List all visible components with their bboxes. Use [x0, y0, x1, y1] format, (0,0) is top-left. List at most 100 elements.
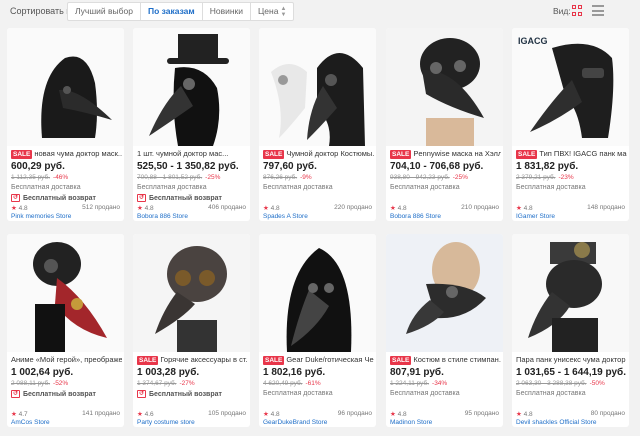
sort-price[interactable]: Цена ▲ ▼: [251, 3, 293, 20]
old-price: 2 063,30 - 3 288,38 руб.: [516, 380, 587, 387]
free-shipping-label: Бесплатная доставка: [390, 390, 460, 397]
product-title[interactable]: SALE новая чума доктор маск...: [11, 149, 122, 159]
rating-row: ★ 4.8 96 продано: [263, 410, 372, 418]
store-link[interactable]: Bobora 886 Store: [390, 213, 441, 220]
free-shipping-label: Бесплатная доставка: [390, 184, 460, 191]
discount-badge: -46%: [53, 174, 69, 181]
product-price: 807,91 руб.: [390, 367, 444, 378]
return-icon: ↺: [137, 194, 146, 202]
sold-count: 406 продано: [208, 204, 246, 211]
product-image[interactable]: IGACG: [512, 28, 629, 146]
old-price: 1 112,35 руб.: [11, 174, 51, 181]
store-link[interactable]: Spades A Store: [263, 213, 308, 220]
product-card[interactable]: SALE Gear Duke/готическая Че... 1 802,16 р…: [259, 234, 376, 427]
free-shipping-label: Бесплатная доставка: [11, 184, 81, 191]
product-title-text: Чумной доктор Костюмы...: [286, 149, 374, 158]
old-price: 1 224,11 руб.: [390, 380, 430, 387]
star-icon: ★: [11, 205, 17, 212]
product-title[interactable]: SALE Pennywise маска на Хэлл...: [390, 149, 501, 159]
product-price: 1 031,65 - 1 644,19 руб.: [516, 367, 627, 378]
store-link[interactable]: GearDukeBrand Store: [263, 419, 327, 426]
product-title[interactable]: Аниме «Мой герой», преображе...: [11, 355, 122, 364]
rating-row: ★ 4.7 141 продано: [11, 410, 120, 418]
return-icon: ↺: [11, 390, 20, 398]
product-card[interactable]: Аниме «Мой герой», преображе... 1 002,64 …: [7, 234, 124, 427]
product-image[interactable]: [7, 28, 124, 146]
product-title[interactable]: SALE Чумной доктор Костюмы...: [263, 149, 374, 159]
product-card[interactable]: SALE Pennywise маска на Хэлл... 704,10 - 7…: [386, 28, 503, 221]
free-return-text: Бесплатный возврат: [23, 194, 96, 202]
discount-badge: -34%: [432, 380, 448, 387]
star-icon: ★: [263, 205, 269, 212]
sort-best-choice[interactable]: Лучший выбор: [68, 3, 141, 20]
product-price: 1 003,28 руб.: [137, 367, 200, 378]
rating-row: ★ 4.8 210 продано: [390, 204, 499, 212]
store-link[interactable]: Madinon Store: [390, 419, 432, 426]
store-link[interactable]: Devil shackles Official Store: [516, 419, 596, 426]
product-image[interactable]: [7, 234, 124, 352]
brand-logo: IGACG: [518, 36, 548, 46]
product-image[interactable]: [133, 28, 250, 146]
sort-toolbar: Сортировать по: Лучший выбор По заказам …: [0, 0, 640, 24]
rating-row: ★ 4.8 512 продано: [11, 204, 120, 212]
rating-row: ★ 4.8 80 продано: [516, 410, 625, 418]
product-price: 600,29 руб.: [11, 161, 65, 172]
star-icon: ★: [11, 411, 17, 418]
sold-count: 96 продано: [337, 410, 372, 417]
rating-value: 4.8: [144, 205, 154, 212]
product-title[interactable]: Пара панк унисекс чума доктор ...: [516, 355, 627, 364]
product-card[interactable]: SALE новая чума доктор маск... 600,29 руб.…: [7, 28, 124, 221]
product-title[interactable]: 1 шт. чумной доктор мас...: [137, 149, 248, 158]
star-icon: ★: [390, 411, 396, 418]
old-price-row: 2 379,21 руб. -23%: [516, 174, 574, 181]
old-price-row: 2 063,30 - 3 288,38 руб. -50%: [516, 380, 605, 387]
sale-badge: SALE: [11, 150, 33, 159]
product-image[interactable]: [259, 28, 376, 146]
old-price-row: 1 112,35 руб. -46%: [11, 174, 68, 181]
store-link[interactable]: Pink memories Store: [11, 213, 71, 220]
product-image[interactable]: [259, 234, 376, 352]
free-shipping-label: Бесплатная доставка: [516, 390, 586, 397]
sort-by-orders[interactable]: По заказам: [141, 3, 203, 20]
product-card[interactable]: SALE Горячие аксессуары в ст... 1 003,28 р…: [133, 234, 250, 427]
grid-view-icon[interactable]: [572, 5, 583, 16]
product-card[interactable]: IGACG SALE Тип ПВХ! IGACG панк мас... 1 831…: [512, 28, 629, 221]
store-link[interactable]: Bobora 886 Store: [137, 213, 188, 220]
product-card[interactable]: SALE Чумной доктор Костюмы... 797,60 руб. 8…: [259, 28, 376, 221]
store-link[interactable]: AmCos Store: [11, 419, 50, 426]
store-link[interactable]: Party costume store: [137, 419, 195, 426]
product-image[interactable]: [386, 234, 503, 352]
list-view-icon[interactable]: [592, 5, 604, 16]
sold-count: 512 продано: [82, 204, 120, 211]
star-icon: ★: [516, 411, 522, 418]
star-icon: ★: [263, 411, 269, 418]
product-title-text: Костюм в стиле стимпан...: [413, 355, 501, 364]
sort-newest[interactable]: Новинки: [203, 3, 251, 20]
old-price: 700,88 - 1 801,52 руб.: [137, 174, 203, 181]
product-title-text: Пара панк унисекс чума доктор ...: [516, 355, 627, 364]
product-card[interactable]: 1 шт. чумной доктор мас... 525,50 - 1 350…: [133, 28, 250, 221]
store-link[interactable]: IGamer Store: [516, 213, 555, 220]
sale-badge: SALE: [516, 150, 538, 159]
product-card[interactable]: SALE Костюм в стиле стимпан... 807,91 руб.…: [386, 234, 503, 427]
product-title[interactable]: SALE Горячие аксессуары в ст...: [137, 355, 248, 365]
product-price: 1 802,16 руб.: [263, 367, 326, 378]
product-price: 797,60 руб.: [263, 161, 317, 172]
product-image[interactable]: [133, 234, 250, 352]
sale-badge: SALE: [263, 356, 285, 365]
sort-options: Лучший выбор По заказам Новинки Цена ▲ ▼: [67, 2, 295, 21]
discount-badge: -9%: [300, 174, 312, 181]
product-card[interactable]: Пара панк унисекс чума доктор ... 1 031,6…: [512, 234, 629, 427]
product-title[interactable]: SALE Gear Duke/готическая Че...: [263, 355, 374, 365]
sort-price-label: Цена: [258, 6, 279, 16]
old-price-row: 700,88 - 1 801,52 руб. -25%: [137, 174, 220, 181]
free-return-label: ↺ Бесплатный возврат: [137, 194, 222, 202]
sale-badge: SALE: [390, 356, 412, 365]
rating-row: ★ 4.8 220 продано: [263, 204, 372, 212]
old-price-row: 4 620,49 руб. -61%: [263, 380, 321, 387]
sold-count: 210 продано: [461, 204, 499, 211]
product-image[interactable]: [512, 234, 629, 352]
product-image[interactable]: [386, 28, 503, 146]
product-title[interactable]: SALE Тип ПВХ! IGACG панк мас...: [516, 149, 627, 159]
product-title[interactable]: SALE Костюм в стиле стимпан...: [390, 355, 501, 365]
